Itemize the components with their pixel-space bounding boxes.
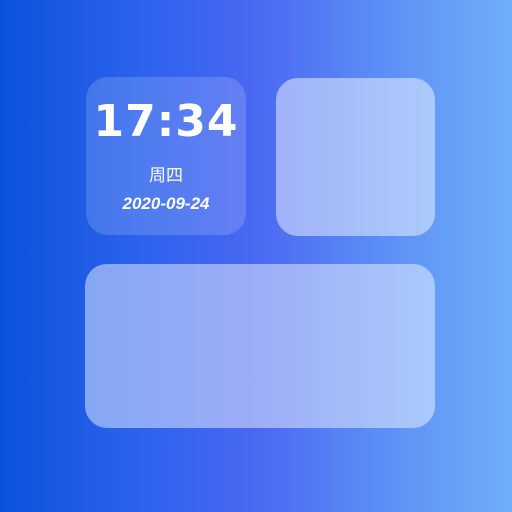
clock-widget[interactable]: 17:34 周四 2020-09-24 bbox=[86, 77, 246, 235]
clock-weekday: 周四 bbox=[149, 166, 183, 186]
empty-square-widget[interactable] bbox=[276, 78, 435, 236]
clock-time: 17:34 bbox=[93, 96, 239, 147]
clock-date: 2020-09-24 bbox=[122, 194, 210, 213]
empty-wide-widget[interactable] bbox=[85, 264, 435, 428]
